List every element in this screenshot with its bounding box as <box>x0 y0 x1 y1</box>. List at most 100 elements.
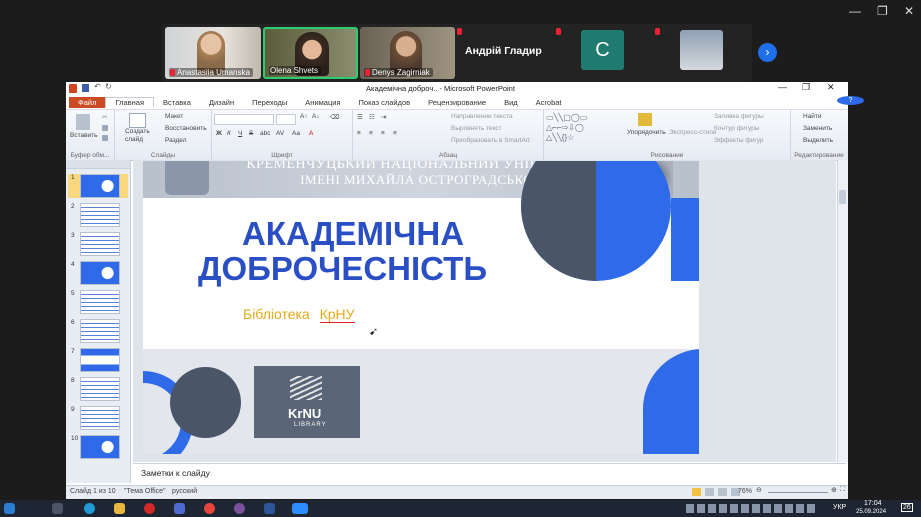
paste-button[interactable]: Вставить <box>70 132 98 139</box>
underline-icon[interactable]: Ч <box>238 130 242 137</box>
undo-icon[interactable]: ↶ <box>94 82 101 91</box>
shape-effects-button[interactable]: Эффекты фигур <box>714 137 764 144</box>
quick-styles-button[interactable]: Экспресс-стили <box>669 129 717 136</box>
language-indicator[interactable]: русский <box>172 488 197 495</box>
tray-icons[interactable] <box>686 504 816 513</box>
clear-format-icon[interactable]: ⌫ <box>330 113 339 121</box>
shape-outline-button[interactable]: Контур фигуры <box>714 125 759 132</box>
bullets-icon[interactable]: ☰ <box>357 113 363 121</box>
close-icon[interactable]: ✕ <box>904 4 914 18</box>
notes-placeholder[interactable]: Заметки к слайду <box>141 468 210 478</box>
font-color-icon[interactable]: A <box>309 130 313 137</box>
maximize-icon[interactable]: ❐ <box>877 4 888 18</box>
replace-button[interactable]: Заменить <box>803 125 832 132</box>
copy-icon[interactable] <box>102 125 108 131</box>
zoom-level[interactable]: 76% <box>738 488 752 495</box>
participant-tile[interactable]: Denys Zagirniak <box>360 27 455 79</box>
participant-tile[interactable]: Anastasiia Umanska <box>165 27 261 79</box>
format-painter-icon[interactable] <box>102 135 108 141</box>
font-family-select[interactable] <box>214 114 274 125</box>
zoom-icon[interactable] <box>292 503 308 514</box>
tab-design[interactable]: Дизайн <box>200 98 243 107</box>
italic-icon[interactable]: К <box>227 130 231 137</box>
layout-button[interactable]: Макет <box>165 113 183 120</box>
bold-icon[interactable]: Ж <box>216 130 222 137</box>
tab-view[interactable]: Вид <box>495 98 527 107</box>
slide-canvas[interactable]: КРЕМЕНЧУЦЬКИЙ НАЦІОНАЛЬНИЙ УНІВЕРСИТЕТ І… <box>143 161 699 454</box>
align-text-button[interactable]: Выровнять текст <box>451 125 502 132</box>
shape-fill-button[interactable]: Заливка фигуры <box>714 113 764 120</box>
normal-view-icon[interactable] <box>692 488 701 496</box>
viber-icon[interactable] <box>234 503 245 514</box>
align-right-icon[interactable]: ≡ <box>381 130 385 137</box>
smartart-button[interactable]: Преобразовать в SmartArt <box>451 137 530 144</box>
new-slide-button[interactable]: Создать слайд <box>125 128 151 144</box>
task-view-icon[interactable] <box>52 503 63 514</box>
numbering-icon[interactable]: ☷ <box>369 113 375 121</box>
tab-acrobat[interactable]: Acrobat <box>527 98 571 107</box>
tab-review[interactable]: Рецензирование <box>419 98 495 107</box>
tab-animation[interactable]: Анимация <box>296 98 349 107</box>
reading-view-icon[interactable] <box>718 488 727 496</box>
zoom-in-icon[interactable]: ⊕ <box>831 486 837 494</box>
chrome-icon[interactable] <box>204 503 215 514</box>
notification-badge[interactable]: 26 <box>901 503 913 512</box>
font-size-select[interactable] <box>276 114 296 125</box>
clock-time[interactable]: 17:04 <box>864 500 882 507</box>
section-button[interactable]: Раздел <box>165 137 186 144</box>
fit-slide-icon[interactable]: ⛶ <box>840 486 845 494</box>
app-icon[interactable] <box>144 503 155 514</box>
case-icon[interactable]: Aa <box>292 130 300 137</box>
keyboard-language[interactable]: УКР <box>833 504 846 511</box>
vertical-scrollbar[interactable] <box>837 160 848 462</box>
help-icon[interactable]: ? <box>837 96 864 105</box>
spacing-icon[interactable]: AV <box>276 130 284 137</box>
save-icon[interactable] <box>82 84 89 92</box>
minimize-icon[interactable]: — <box>778 82 787 92</box>
select-button[interactable]: Выделить <box>803 137 833 144</box>
subtitle-link[interactable]: КрНУ <box>319 306 355 323</box>
participant-tile-speaker[interactable]: Андрій Гладир Андрій Гладир <box>457 27 545 79</box>
paste-icon[interactable] <box>76 114 90 130</box>
new-slide-icon[interactable] <box>129 113 146 128</box>
scroll-thumb[interactable] <box>839 190 846 204</box>
word-icon[interactable] <box>264 503 275 514</box>
text-direction-button[interactable]: Направление текста <box>451 113 513 120</box>
start-icon[interactable] <box>4 503 15 514</box>
chevron-right-icon[interactable]: › <box>758 43 777 62</box>
tab-transitions[interactable]: Переходы <box>243 98 296 107</box>
minimize-icon[interactable]: — <box>849 4 861 18</box>
edge-icon[interactable] <box>84 503 95 514</box>
justify-icon[interactable]: ≡ <box>393 130 397 137</box>
slide-thumbnail[interactable]: 1 <box>68 174 128 198</box>
maximize-icon[interactable]: ❐ <box>802 82 810 93</box>
shrink-font-icon[interactable]: A↓ <box>312 113 320 120</box>
tab-slideshow[interactable]: Показ слайдов <box>350 98 420 107</box>
participant-tile[interactable]: Данііл Швець <box>655 27 743 79</box>
clock-date[interactable]: 25.09.2024 <box>856 509 886 515</box>
indent-icon[interactable]: ⇥ <box>381 113 386 121</box>
redo-icon[interactable]: ↻ <box>105 82 112 91</box>
cut-icon[interactable]: ✂ <box>102 113 107 121</box>
notes-pane[interactable]: Заметки к слайду <box>133 463 846 486</box>
explorer-icon[interactable] <box>114 503 125 514</box>
find-button[interactable]: Найти <box>803 113 822 120</box>
tab-insert[interactable]: Вставка <box>154 98 200 107</box>
zoom-slider[interactable] <box>768 492 828 493</box>
participant-tile[interactable]: С Софія Веремеенко <box>556 27 644 79</box>
close-icon[interactable]: ✕ <box>827 82 835 93</box>
sorter-view-icon[interactable] <box>705 488 714 496</box>
tab-file[interactable]: Файл <box>69 96 106 108</box>
arrange-button[interactable]: Упорядочить <box>627 129 666 136</box>
align-center-icon[interactable]: ≡ <box>369 130 373 137</box>
arrange-icon[interactable] <box>638 113 652 126</box>
reset-button[interactable]: Восстановить <box>165 125 207 132</box>
grow-font-icon[interactable]: A↑ <box>300 113 308 120</box>
zoom-out-icon[interactable]: ⊖ <box>756 486 762 494</box>
shapes-gallery[interactable]: ▭╲╲▢◯▭ △⌐⌐⇨⇩◯ △╲╲{}☆ <box>546 113 616 143</box>
align-left-icon[interactable]: ≡ <box>357 130 361 137</box>
participant-tile-active[interactable]: Olena Shvets <box>263 27 358 79</box>
tab-home[interactable]: Главная <box>105 97 154 107</box>
shadow-icon[interactable]: abc <box>260 130 270 137</box>
strikethrough-icon[interactable]: S <box>249 130 253 137</box>
